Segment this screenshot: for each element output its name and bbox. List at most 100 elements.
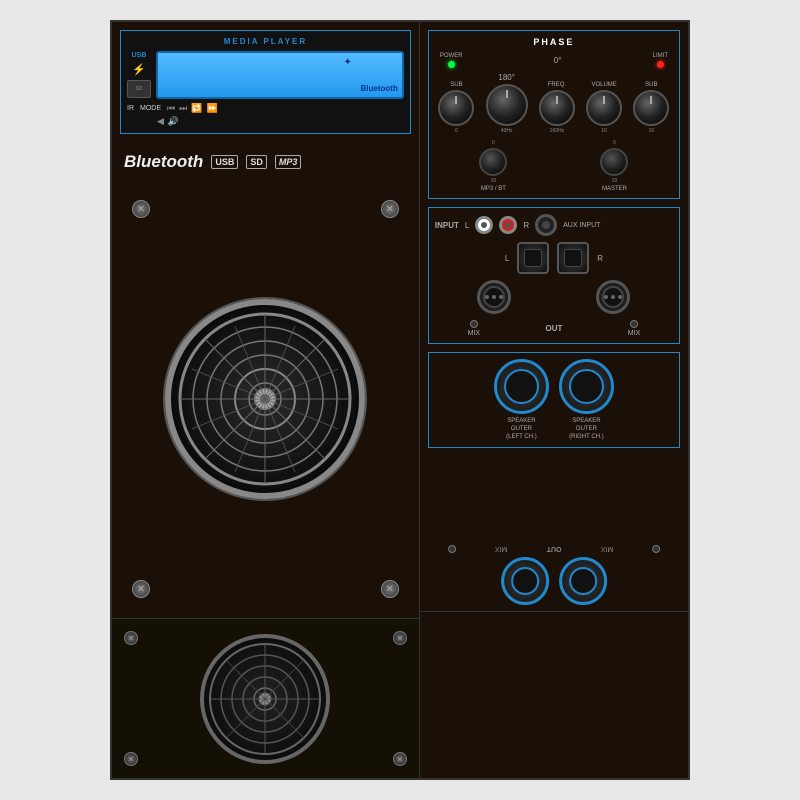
ir-label: IR: [127, 105, 134, 112]
vol-btn[interactable]: 🔊: [168, 116, 179, 127]
master-scale-max: 10: [612, 178, 618, 184]
speaker-left-label-group: SPEAKER OUTER (LEFT CH.): [494, 418, 549, 441]
freq-knob[interactable]: [539, 90, 575, 126]
right-jack-label: R: [597, 254, 603, 263]
rca-black-connector: [535, 214, 557, 236]
freq-hz-40: 40Hz: [501, 128, 513, 134]
screw-bottom-right: ✕: [381, 580, 399, 598]
mode-label: MODE: [140, 105, 161, 112]
mix-left-label: MIX: [468, 330, 480, 337]
master-label: MASTER: [602, 186, 627, 192]
phase-knob-tick: [506, 90, 508, 98]
volume-group: VOLUME 10: [586, 82, 622, 134]
rca-white-inner: [481, 222, 487, 228]
left-quarter-jack: [517, 242, 549, 274]
phase-knob[interactable]: [486, 84, 528, 126]
speaker-bottom-left: [559, 557, 607, 605]
mix-row-bottom: MIX OUT MIX: [428, 545, 680, 553]
fan-svg: [175, 309, 355, 489]
usb-label: USB: [132, 52, 147, 59]
play-btn[interactable]: ⏭: [179, 103, 187, 114]
screw-sm-bottom-right: ✕: [393, 752, 407, 766]
volume-knob[interactable]: [586, 90, 622, 126]
fan-section: ✕ ✕ ✕ ✕: [122, 190, 409, 608]
repeat-btn[interactable]: 🔁: [191, 103, 202, 114]
mp3bt-scale-max: 10: [491, 178, 497, 184]
xlr-left-inner: [483, 286, 505, 308]
freq-knob-tick: [556, 96, 558, 104]
freq-hz-160: 160Hz: [550, 128, 564, 134]
mix-bottom-right-label: MIX: [495, 546, 507, 553]
bottom-right-inner: MIX OUT MIX: [428, 545, 680, 605]
xlr-pin-1: [485, 295, 489, 299]
screw-sm-top-right: ✕: [393, 631, 407, 645]
freq-label: FREQ.: [548, 82, 566, 88]
mix-left-group: MIX: [468, 320, 480, 337]
screw-bottom-left: ✕: [132, 580, 150, 598]
mix-bottom-left-label: MIX: [601, 546, 613, 553]
sub-left-group: SUB 0: [438, 82, 474, 134]
fan-svg-bottom: [205, 639, 325, 759]
xlr-row: [435, 280, 673, 314]
speaker-left-inner: [504, 369, 539, 404]
sd-feature-label: SD: [246, 155, 267, 169]
left-rca-label: L: [465, 221, 469, 230]
sub-left-label: SUB: [450, 82, 462, 88]
bluetooth-feature-label: Bluetooth: [124, 152, 203, 172]
limit-label: LIMIT: [653, 53, 668, 59]
sub-right-knob-tick: [650, 96, 652, 104]
mix-right-label: MIX: [628, 330, 640, 337]
mp3bt-knob[interactable]: [479, 148, 507, 176]
fan-bottom: [200, 634, 330, 764]
mp3bt-group: 0 10 MP3 / BT: [479, 140, 507, 192]
sub-left-knob[interactable]: [438, 90, 474, 126]
sub-right-label: SUB: [645, 82, 657, 88]
xlr-right: [596, 280, 630, 314]
media-left-controls: USB ⚡ SD: [127, 52, 151, 98]
mp3bt-scale-min: 0: [492, 140, 495, 146]
rca-white-connector: [475, 216, 493, 234]
xlr-right-inner: [602, 286, 624, 308]
media-player-title: MEDIA PLAYER: [127, 37, 404, 46]
master-knob[interactable]: [600, 148, 628, 176]
left-panel: MEDIA PLAYER USB ⚡ SD ✦ Bluetooth IR: [112, 22, 420, 778]
knobs-row-2: 0 10 MP3 / BT 0 10 MASTER: [435, 140, 673, 192]
knobs-row-1: SUB 0 180° 40Hz FREQ.: [435, 73, 673, 134]
right-panel: PHASE POWER 0° LIMIT SUB: [420, 22, 688, 778]
speaker-left-connector: [494, 359, 549, 414]
speaker-section: SPEAKER OUTER (LEFT CH.) SPEAKER OUTER (…: [428, 352, 680, 448]
prev-btn[interactable]: ⏮: [167, 103, 175, 114]
xlr-pin-6: [618, 295, 622, 299]
left-jack-label: L: [505, 254, 509, 263]
right-quarter-jack: [557, 242, 589, 274]
phase-angle-group: 180° 40Hz: [486, 73, 528, 134]
sub-right-knob[interactable]: [633, 90, 669, 126]
speaker-right-label: SPEAKER OUTER (RIGHT CH.): [559, 418, 614, 441]
bluetooth-icon-small: ✦: [343, 57, 351, 68]
bluetooth-label-display: Bluetooth: [361, 84, 398, 93]
features-section: Bluetooth USB SD MP3: [112, 144, 419, 180]
usb-icon: ⚡: [132, 63, 146, 76]
aux-label: AUX INPUT: [563, 222, 600, 229]
usb-feature-label: USB: [211, 155, 238, 169]
sub-scale-min: 0: [455, 128, 458, 134]
fan-outer: [165, 299, 365, 499]
zero-degree-label: 0°: [554, 56, 562, 65]
left-jack-inner: [524, 249, 542, 267]
out-section: MIX OUT MIX: [435, 320, 673, 337]
speaker-right-inner: [569, 369, 604, 404]
knob-tick: [455, 96, 457, 104]
quarter-inch-row: L R: [435, 242, 673, 274]
screw-sm-bottom-left: ✕: [124, 752, 138, 766]
volume-label: VOLUME: [591, 82, 616, 88]
next-btn[interactable]: ⏩: [206, 103, 217, 114]
screw-top-right: ✕: [381, 200, 399, 218]
device-panel: MEDIA PLAYER USB ⚡ SD ✦ Bluetooth IR: [110, 20, 690, 780]
right-rca-label: R: [523, 221, 529, 230]
limit-indicator: LIMIT: [653, 53, 668, 68]
xlr-pin-2: [492, 295, 496, 299]
back-btn[interactable]: ◀: [157, 116, 164, 127]
speaker-bottom-right: [501, 557, 549, 605]
led-power: [448, 61, 455, 68]
rca-red-connector: [499, 216, 517, 234]
